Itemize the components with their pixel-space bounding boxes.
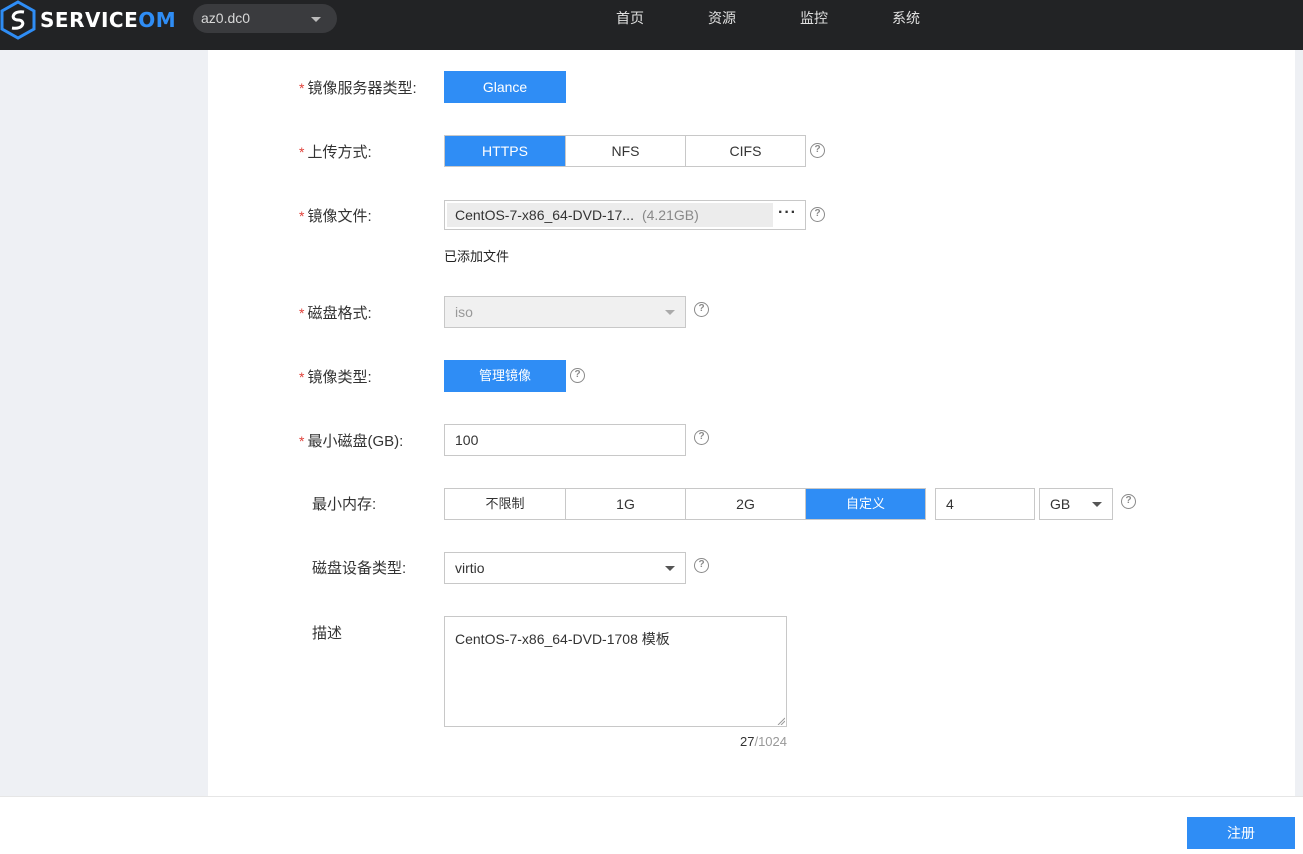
file-name: CentOS-7-x86_64-DVD-17... (455, 207, 634, 223)
required-marker: * (299, 208, 305, 224)
help-icon[interactable]: ? (570, 368, 585, 383)
top-bar: SERVICEOM az0.dc0 首页 资源 监控 系统 (0, 0, 1303, 50)
region-select-value: az0.dc0 (201, 10, 251, 26)
help-icon[interactable]: ? (810, 207, 825, 222)
file-chip: CentOS-7-x86_64-DVD-17... (4.21GB) (447, 203, 773, 227)
footer-bar (0, 796, 1303, 854)
memory-option-custom[interactable]: 自定义 (806, 489, 925, 519)
memory-option-unlimited[interactable]: 不限制 (445, 489, 566, 519)
chevron-down-icon (665, 566, 675, 571)
required-marker: * (299, 369, 305, 385)
register-button[interactable]: 注册 (1187, 817, 1295, 849)
nav-resources[interactable]: 资源 (708, 0, 736, 36)
chevron-down-icon (1092, 502, 1102, 507)
chevron-down-icon (665, 310, 675, 315)
nav-home[interactable]: 首页 (616, 0, 644, 36)
disk-device-label: 磁盘设备类型: (312, 560, 407, 577)
upload-option-nfs[interactable]: NFS (566, 136, 686, 166)
serviceom-logo-icon (0, 0, 36, 40)
region-select[interactable]: az0.dc0 (193, 4, 337, 33)
upload-option-cifs[interactable]: CIFS (686, 136, 805, 166)
min-disk-input[interactable]: 100 (444, 424, 686, 456)
upload-method-group: HTTPS NFS CIFS (444, 135, 806, 167)
required-marker: * (299, 80, 305, 96)
image-file-label: * 镜像文件: (299, 208, 372, 225)
disk-format-label: * 磁盘格式: (299, 305, 372, 322)
help-icon[interactable]: ? (810, 143, 825, 158)
memory-unit-select[interactable]: GB (1039, 488, 1113, 520)
help-icon[interactable]: ? (1121, 494, 1136, 509)
description-label: 描述 (312, 625, 343, 642)
disk-format-value: iso (455, 304, 473, 320)
description-value: CentOS-7-x86_64-DVD-1708 模板 (455, 631, 670, 647)
chevron-down-icon (311, 17, 321, 22)
required-marker: * (299, 305, 305, 321)
scrollbar-track[interactable] (1295, 50, 1303, 796)
disk-device-value: virtio (455, 560, 485, 576)
upload-method-label: * 上传方式: (299, 144, 372, 161)
help-icon[interactable]: ? (694, 558, 709, 573)
min-disk-label: * 最小磁盘(GB): (299, 433, 404, 450)
more-icon[interactable]: ··· (778, 203, 797, 223)
help-icon[interactable]: ? (694, 302, 709, 317)
file-status-text: 已添加文件 (444, 249, 510, 264)
nav-monitoring[interactable]: 监控 (800, 0, 828, 36)
resize-handle-icon[interactable] (777, 717, 785, 725)
logo[interactable]: SERVICEOM (0, 0, 176, 40)
server-type-label: * 镜像服务器类型: (299, 80, 417, 97)
image-type-label: * 镜像类型: (299, 369, 372, 386)
logo-text: SERVICEOM (40, 8, 177, 32)
disk-format-select: iso (444, 296, 686, 328)
min-memory-group: 不限制 1G 2G 自定义 (444, 488, 926, 520)
upload-option-https[interactable]: HTTPS (445, 136, 566, 166)
image-file-input[interactable]: CentOS-7-x86_64-DVD-17... (4.21GB) ··· (444, 200, 806, 230)
memory-option-1g[interactable]: 1G (566, 489, 686, 519)
image-type-managed-button[interactable]: 管理镜像 (444, 360, 566, 392)
memory-unit-value: GB (1050, 496, 1071, 512)
min-memory-label: 最小内存: (312, 496, 377, 513)
server-type-glance-button[interactable]: Glance (444, 71, 566, 103)
required-marker: * (299, 144, 305, 160)
file-size: (4.21GB) (641, 207, 699, 223)
custom-memory-input[interactable]: 4 (935, 488, 1035, 520)
required-marker: * (299, 433, 305, 449)
memory-option-2g[interactable]: 2G (686, 489, 806, 519)
char-counter: 27/1024 (739, 734, 787, 749)
description-textarea[interactable]: CentOS-7-x86_64-DVD-1708 模板 (444, 616, 787, 727)
disk-device-select[interactable]: virtio (444, 552, 686, 584)
nav-system[interactable]: 系统 (892, 0, 920, 36)
help-icon[interactable]: ? (694, 430, 709, 445)
